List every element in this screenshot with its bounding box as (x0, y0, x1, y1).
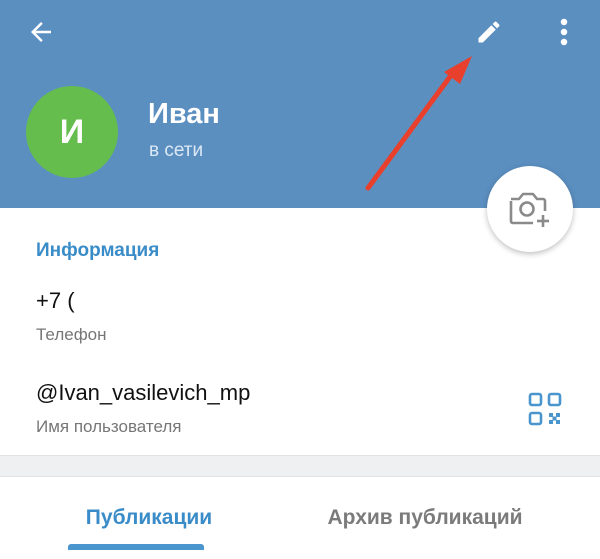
tab-publications-archive[interactable]: Архив публикаций (300, 476, 550, 559)
arrow-left-icon (31, 22, 51, 42)
media-tabs: Публикации Архив публикаций (0, 476, 600, 559)
qr-code-button[interactable] (526, 390, 564, 428)
set-photo-button[interactable] (487, 166, 573, 252)
username[interactable]: @Ivan_vasilevich_mp (36, 380, 250, 406)
phone-number[interactable]: +7 ( (36, 288, 75, 314)
info-section-title: Информация (36, 240, 160, 261)
profile-name: Иван (148, 98, 220, 130)
back-button[interactable] (18, 12, 64, 52)
more-options-button[interactable] (548, 12, 580, 52)
avatar[interactable]: И (26, 86, 118, 178)
camera-add-icon (509, 192, 549, 227)
section-divider (0, 455, 600, 477)
more-vertical-icon (560, 18, 568, 46)
qr-code-icon (528, 392, 562, 426)
online-status: в сети (149, 140, 204, 161)
phone-label: Телефон (36, 325, 107, 344)
active-tab-indicator (68, 544, 204, 550)
edit-button[interactable] (468, 12, 510, 52)
username-label: Имя пользователя (36, 417, 182, 436)
pencil-icon (478, 21, 500, 43)
